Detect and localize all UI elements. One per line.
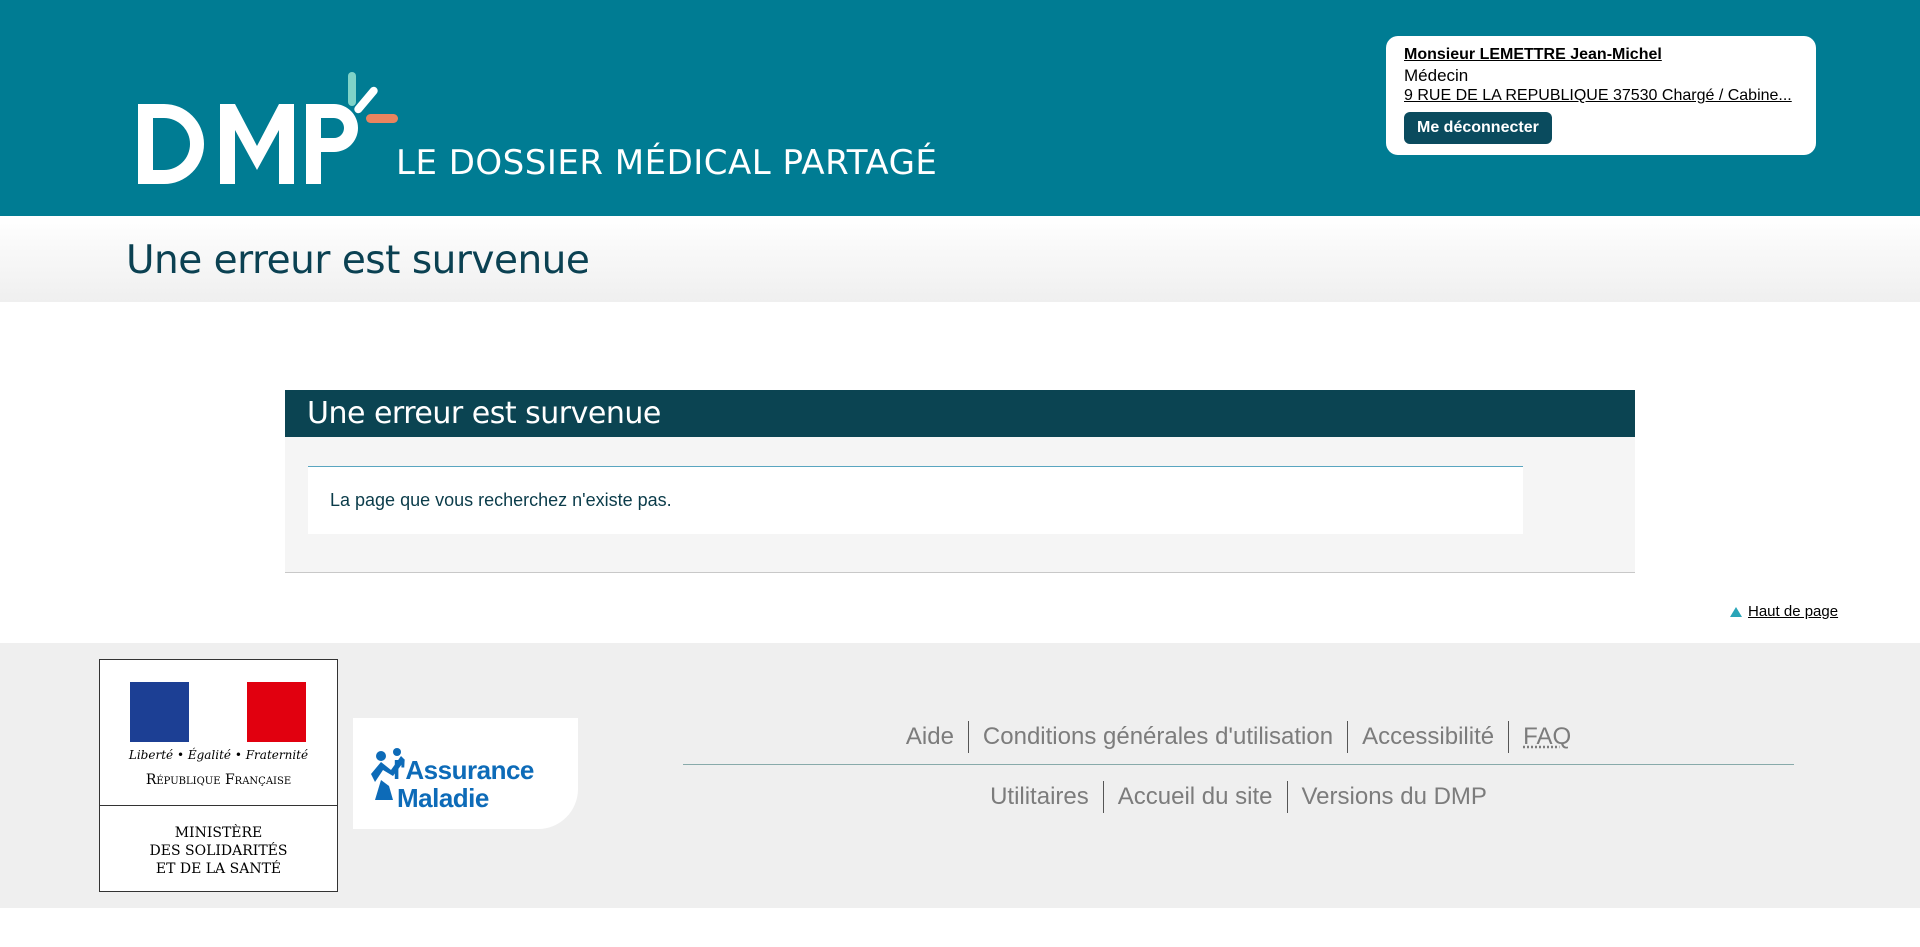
logout-button[interactable]: Me déconnecter [1404, 112, 1552, 144]
footer-link-utilitaires[interactable]: Utilitaires [976, 781, 1103, 813]
page-title: Une erreur est survenue [126, 238, 590, 283]
site-header: LE DOSSIER MÉDICAL PARTAGÉ Monsieur LEME… [0, 0, 1920, 216]
ministere-line-3: ET DE LA SANTÉ [155, 861, 282, 877]
republique-francaise-logo[interactable]: Liberté • Égalité • Fraternité Républiqu… [99, 659, 338, 892]
ministere-line-2: DES SOLIDARITÉS [149, 843, 288, 859]
dmp-logo[interactable] [136, 70, 416, 185]
error-message: La page que vous recherchez n'existe pas… [330, 490, 672, 510]
footer-link-versions[interactable]: Versions du DMP [1288, 781, 1501, 813]
error-panel: Une erreur est survenue La page que vous… [285, 390, 1635, 573]
error-panel-title: Une erreur est survenue [307, 396, 661, 431]
user-role: Médecin [1404, 66, 1469, 85]
triangle-up-icon [1730, 606, 1742, 617]
error-panel-header: Une erreur est survenue [285, 390, 1635, 437]
error-message-box: La page que vous recherchez n'existe pas… [308, 466, 1523, 534]
back-to-top-label: Haut de page [1748, 603, 1839, 620]
footer-link-cgu[interactable]: Conditions générales d'utilisation [969, 721, 1347, 753]
user-name-link[interactable]: Monsieur LEMETTRE Jean-Michel [1404, 45, 1798, 65]
footer-link-aide[interactable]: Aide [892, 721, 968, 753]
footer-link-accueil[interactable]: Accueil du site [1104, 781, 1287, 813]
ameli-text: l'Assurance Maladie [393, 756, 534, 812]
title-band: Une erreur est survenue [0, 216, 1920, 302]
ministere-line-1: MINISTÈRE [174, 825, 263, 841]
marianne-block: Liberté • Égalité • Fraternité Républiqu… [100, 660, 337, 806]
user-info-box: Monsieur LEMETTRE Jean-Michel Médecin 9 … [1386, 36, 1816, 155]
ameli-line-2: Maladie [397, 783, 489, 813]
site-footer: Liberté • Égalité • Fraternité Républiqu… [0, 643, 1920, 908]
marianne-flag-icon [130, 682, 307, 742]
footer-links-row-1: Aide Conditions générales d'utilisation … [683, 717, 1794, 757]
logo-tagline: LE DOSSIER MÉDICAL PARTAGÉ [396, 143, 938, 183]
footer-divider [683, 764, 1794, 765]
footer-nav: Aide Conditions générales d'utilisation … [683, 717, 1794, 813]
footer-links-row-2: Utilitaires Accueil du site Versions du … [683, 781, 1794, 813]
footer-link-faq[interactable]: FAQ [1509, 721, 1585, 753]
assurance-maladie-logo[interactable]: l'Assurance Maladie [353, 718, 578, 829]
user-address-link[interactable]: 9 RUE DE LA REPUBLIQUE 37530 Chargé / Ca… [1404, 86, 1798, 106]
devise-text: Liberté • Égalité • Fraternité [128, 748, 309, 762]
ameli-line-1: l'Assurance [393, 755, 534, 785]
ministere-text: MINISTÈRE DES SOLIDARITÉS ET DE LA SANTÉ [100, 806, 337, 878]
republique-text: République Française [145, 772, 292, 788]
back-to-top-link[interactable]: Haut de page [1730, 603, 1838, 620]
footer-link-accessibilite[interactable]: Accessibilité [1348, 721, 1508, 753]
